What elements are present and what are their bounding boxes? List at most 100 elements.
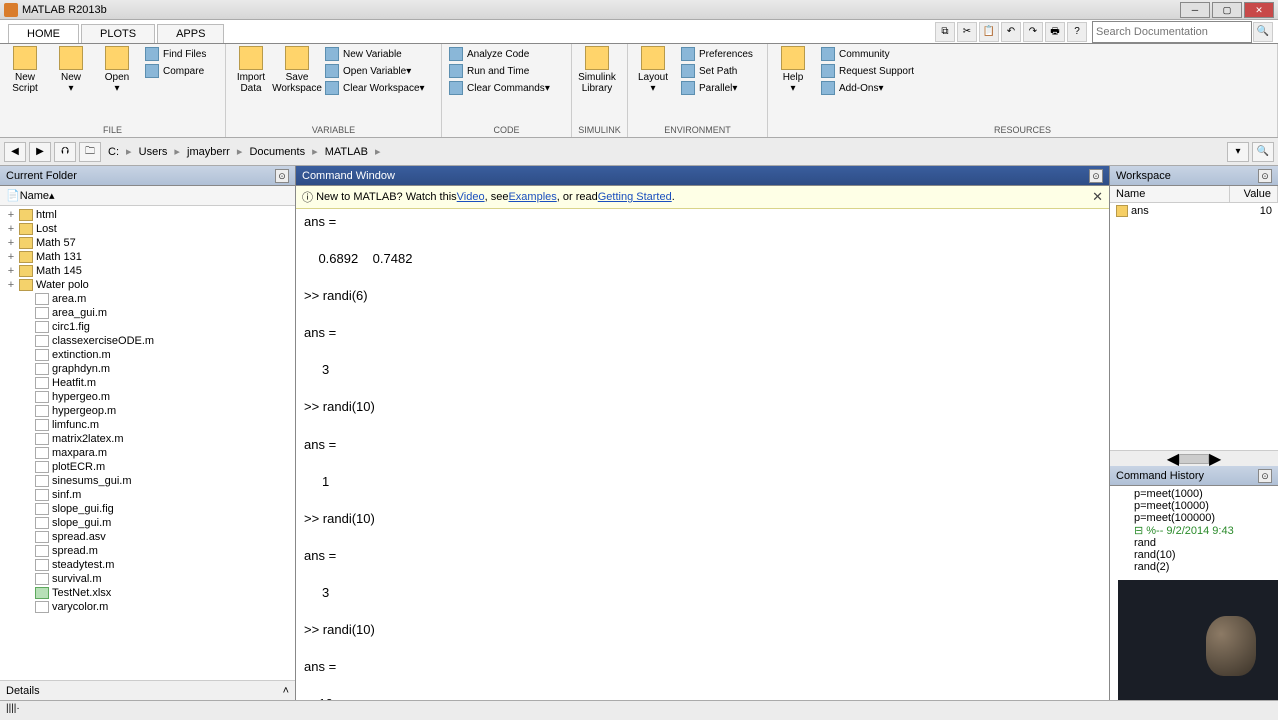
new-variable-button[interactable]: New Variable [322, 46, 428, 62]
banner-close-icon[interactable]: ✕ [1092, 189, 1103, 205]
file-item[interactable]: plotECR.m [0, 460, 295, 474]
file-item[interactable]: graphdyn.m [0, 362, 295, 376]
history-item[interactable]: rand(10) [1114, 549, 1274, 561]
open-variable-button[interactable]: Open Variable ▾ [322, 63, 428, 79]
history-item[interactable]: p=meet(10000) [1114, 500, 1274, 512]
tab-apps[interactable]: APPS [157, 24, 224, 43]
nav-up-button[interactable]: ⮉ [54, 142, 76, 162]
folder-item[interactable]: +Math 145 [0, 264, 295, 278]
nav-dropdown[interactable]: ▾ [1227, 142, 1249, 162]
file-item[interactable]: TestNet.xlsx [0, 586, 295, 600]
file-item[interactable]: matrix2latex.m [0, 432, 295, 446]
qat-icon[interactable]: ↷ [1023, 22, 1043, 42]
command-window-header[interactable]: Command Window ⊙ [296, 166, 1109, 186]
qat-icon[interactable]: 🖶 [1045, 22, 1065, 42]
qat-icon[interactable]: ↶ [1001, 22, 1021, 42]
file-item[interactable]: spread.m [0, 544, 295, 558]
command-history-header[interactable]: Command History ⊙ [1110, 466, 1278, 486]
breadcrumb-segment[interactable]: jmayberr [183, 145, 234, 159]
expand-icon[interactable]: + [6, 279, 16, 291]
open-button[interactable]: Open▾ [96, 46, 138, 94]
nav-browse-button[interactable]: 🗀 [79, 142, 101, 162]
workspace-header[interactable]: Workspace ⊙ [1110, 166, 1278, 186]
nav-back-button[interactable]: ◀ [4, 142, 26, 162]
file-item[interactable]: classexerciseODE.m [0, 334, 295, 348]
ws-value-header[interactable]: Value [1230, 186, 1278, 202]
parallel-button[interactable]: Parallel ▾ [678, 80, 756, 96]
search-docs-input[interactable] [1092, 21, 1252, 43]
search-icon[interactable]: 🔍 [1253, 22, 1273, 42]
file-item[interactable]: limfunc.m [0, 418, 295, 432]
panel-menu-icon[interactable]: ⊙ [1089, 169, 1103, 183]
nav-search-icon[interactable]: 🔍 [1252, 142, 1274, 162]
history-item[interactable]: rand(2) [1114, 561, 1274, 573]
analyze-code-button[interactable]: Analyze Code [446, 46, 567, 62]
name-column-header[interactable]: 📄 Name ▴ [0, 186, 295, 206]
layout-button[interactable]: Layout▾ [632, 46, 674, 94]
preferences-button[interactable]: Preferences [678, 46, 756, 62]
help-icon[interactable]: ? [1067, 22, 1087, 42]
examples-link[interactable]: Examples [508, 191, 556, 203]
file-item[interactable]: hypergeop.m [0, 404, 295, 418]
breadcrumb-segment[interactable]: MATLAB [321, 145, 372, 159]
file-item[interactable]: survival.m [0, 572, 295, 586]
set-path-button[interactable]: Set Path [678, 63, 756, 79]
clear-commands-button[interactable]: Clear Commands ▾ [446, 80, 567, 96]
tab-plots[interactable]: PLOTS [81, 24, 155, 43]
minimize-button[interactable]: ─ [1180, 2, 1210, 18]
file-item[interactable]: Heatfit.m [0, 376, 295, 390]
video-link[interactable]: Video [457, 191, 485, 203]
file-item[interactable]: sinf.m [0, 488, 295, 502]
getting-started-link[interactable]: Getting Started [598, 191, 672, 203]
find-files-button[interactable]: Find Files [142, 46, 209, 62]
simulink-library-button[interactable]: Simulink Library [576, 46, 618, 94]
panel-menu-icon[interactable]: ⊙ [1258, 469, 1272, 483]
history-item[interactable]: rand [1114, 537, 1274, 549]
request-support-button[interactable]: Request Support [818, 63, 917, 79]
file-item[interactable]: area_gui.m [0, 306, 295, 320]
expand-icon[interactable]: + [6, 223, 16, 235]
folder-item[interactable]: +Math 131 [0, 250, 295, 264]
expand-icon[interactable]: + [6, 265, 16, 277]
file-item[interactable]: varycolor.m [0, 600, 295, 614]
save-workspace-button[interactable]: Save Workspace [276, 46, 318, 94]
compare-button[interactable]: Compare [142, 63, 209, 79]
history-item[interactable]: p=meet(1000) [1114, 488, 1274, 500]
import-data-button[interactable]: Import Data [230, 46, 272, 94]
qat-icon[interactable]: 📋 [979, 22, 999, 42]
breadcrumb-segment[interactable]: Documents [245, 145, 309, 159]
file-item[interactable]: maxpara.m [0, 446, 295, 460]
close-button[interactable]: ✕ [1244, 2, 1274, 18]
file-item[interactable]: extinction.m [0, 348, 295, 362]
history-session-marker[interactable]: ⊟ %-- 9/2/2014 9:43 [1114, 524, 1274, 537]
file-item[interactable]: spread.asv [0, 530, 295, 544]
new-button[interactable]: New▾ [50, 46, 92, 94]
current-folder-header[interactable]: Current Folder ⊙ [0, 166, 295, 186]
folder-item[interactable]: +Math 57 [0, 236, 295, 250]
community-button[interactable]: Community [818, 46, 917, 62]
command-output[interactable]: ans = 0.6892 0.7482 >> randi(6) ans = 3 … [296, 209, 1109, 700]
tab-home[interactable]: HOME [8, 24, 79, 43]
workspace-row[interactable]: ans10 [1110, 203, 1278, 219]
file-item[interactable]: circ1.fig [0, 320, 295, 334]
expand-icon[interactable]: + [6, 237, 16, 249]
file-item[interactable]: sinesums_gui.m [0, 474, 295, 488]
file-item[interactable]: slope_gui.fig [0, 502, 295, 516]
help-button[interactable]: Help▾ [772, 46, 814, 94]
expand-icon[interactable]: + [6, 251, 16, 263]
panel-menu-icon[interactable]: ⊙ [275, 169, 289, 183]
qat-icon[interactable]: ⧉ [935, 22, 955, 42]
breadcrumb-segment[interactable]: Users [135, 145, 172, 159]
run-time-button[interactable]: Run and Time [446, 63, 567, 79]
panel-menu-icon[interactable]: ⊙ [1258, 169, 1272, 183]
folder-tree[interactable]: +html+Lost+Math 57+Math 131+Math 145+Wat… [0, 206, 295, 680]
details-header[interactable]: Details˄ [0, 680, 295, 700]
file-item[interactable]: slope_gui.m [0, 516, 295, 530]
add-ons-button[interactable]: Add-Ons ▾ [818, 80, 917, 96]
file-item[interactable]: area.m [0, 292, 295, 306]
breadcrumb-segment[interactable]: C: [104, 145, 123, 159]
nav-fwd-button[interactable]: ▶ [29, 142, 51, 162]
maximize-button[interactable]: ▢ [1212, 2, 1242, 18]
ws-name-header[interactable]: Name [1110, 186, 1230, 202]
history-item[interactable]: p=meet(100000) [1114, 512, 1274, 524]
